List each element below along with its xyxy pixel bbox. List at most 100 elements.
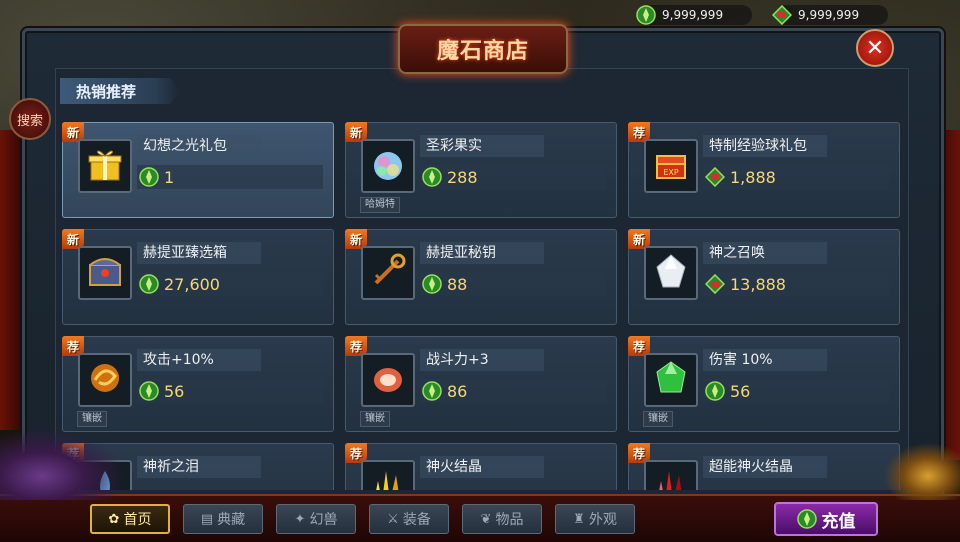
item-price-value: 1,888	[730, 167, 776, 187]
item-price: 1,888	[703, 165, 889, 189]
gold-crystal-icon	[368, 465, 408, 490]
item-price: 88	[420, 272, 606, 296]
left-banner-decoration	[0, 130, 20, 430]
shop-item-card[interactable]: 荐超能神火结晶	[628, 443, 900, 490]
green-gem-icon	[422, 381, 442, 401]
currency-display-bound-gem: 9,999,999	[772, 5, 888, 25]
green-gem-icon	[705, 381, 725, 401]
search-label: 搜索	[16, 113, 43, 129]
item-grid: 新幻想之光礼包 1 新圣彩果实 288 哈姆特荐 EXP 特制经验球礼包 1,888…	[62, 122, 906, 490]
item-icon-slot: EXP	[644, 139, 698, 193]
item-icon-slot	[644, 353, 698, 407]
item-name: 特制经验球礼包	[703, 135, 827, 157]
shop-item-card[interactable]: 荐神火结晶	[345, 443, 617, 490]
item-icon-slot	[361, 353, 415, 407]
green-gem-icon	[796, 509, 817, 529]
item-name: 幻想之光礼包	[137, 135, 261, 157]
item-icon-slot	[78, 246, 132, 300]
item-icon-slot	[361, 460, 415, 490]
shop-item-card[interactable]: 新神之召唤 13,888	[628, 229, 900, 325]
item-name: 战斗力+3	[420, 349, 544, 371]
nav-tab-3[interactable]: ⚔ 装备	[369, 504, 449, 534]
close-icon: ✕	[865, 35, 885, 61]
item-price: 288	[420, 165, 606, 189]
shop-item-card[interactable]: 荐 EXP 特制经验球礼包 1,888	[628, 122, 900, 218]
svg-text:EXP: EXP	[663, 168, 679, 177]
rainbow-fruit-icon	[368, 144, 408, 188]
nav-tab-label: 物品	[495, 512, 524, 528]
beast-icon: ✦	[294, 511, 306, 527]
gift-box-icon	[85, 144, 125, 188]
nav-tab-5[interactable]: ♜ 外观	[555, 504, 635, 534]
recharge-button[interactable]: 充值	[774, 502, 878, 536]
treasure-decoration-left	[0, 420, 140, 500]
nav-tab-label: 幻兽	[309, 512, 338, 528]
shop-item-card[interactable]: 荐攻击+10% 56 镶嵌	[62, 336, 334, 432]
item-name: 攻击+10%	[137, 349, 261, 371]
item-icon-slot	[361, 246, 415, 300]
close-button[interactable]: ✕	[856, 29, 894, 67]
shop-item-card[interactable]: 新圣彩果实 288 哈姆特	[345, 122, 617, 218]
section-tab-label: 热销推荐	[76, 82, 137, 101]
green-gem-icon	[139, 381, 159, 401]
shop-item-card[interactable]: 荐伤害 10% 56 镶嵌	[628, 336, 900, 432]
shop-item-card[interactable]: 荐战斗力+3 86 镶嵌	[345, 336, 617, 432]
exp-chest-icon: EXP	[651, 144, 691, 188]
item-price: 27,600	[137, 272, 323, 296]
page-title: 魔石商店	[436, 39, 529, 64]
bound-gem-icon	[772, 5, 792, 25]
item-price-value: 27,600	[164, 274, 220, 294]
treasure-chest-icon	[85, 251, 125, 295]
item-price: 1	[137, 165, 323, 189]
item-icon-slot	[78, 353, 132, 407]
item-price-value: 56	[164, 381, 185, 401]
shop-title-plate: 魔石商店	[398, 24, 568, 74]
item-price: 86	[420, 379, 606, 403]
nav-tab-4[interactable]: ❦ 物品	[462, 504, 542, 534]
currency-amount: 9,999,999	[662, 8, 724, 22]
green-gem-icon	[139, 274, 159, 294]
sword-icon: ⚔	[387, 511, 399, 527]
item-tag: 镶嵌	[643, 411, 673, 427]
treasure-decoration-right	[880, 440, 960, 500]
shop-item-card[interactable]: 新幻想之光礼包 1	[62, 122, 334, 218]
leaf-icon: ❦	[480, 511, 492, 527]
item-price-value: 288	[447, 167, 478, 187]
bound-gem-icon	[705, 167, 725, 187]
home-icon: ✿	[108, 511, 120, 527]
nav-tab-label: 外观	[588, 512, 617, 528]
green-gem-icon	[139, 167, 159, 187]
section-tab-hot[interactable]: 热销推荐	[60, 78, 180, 104]
shop-item-card[interactable]: 新赫提亚臻选箱 27,600	[62, 229, 334, 325]
green-gem-icon	[422, 167, 442, 187]
nav-tab-1[interactable]: ▤ 典藏	[183, 504, 263, 534]
outfit-icon: ♜	[573, 511, 585, 527]
nav-tab-label: 典藏	[217, 512, 246, 528]
recharge-label: 充值	[821, 511, 856, 532]
shop-item-card[interactable]: 新赫提亚秘钥 88	[345, 229, 617, 325]
item-price: 56	[137, 379, 323, 403]
currency-amount: 9,999,999	[798, 8, 860, 22]
nav-tab-0[interactable]: ✿ 首页	[90, 504, 170, 534]
item-tag: 镶嵌	[360, 411, 390, 427]
item-name: 神祈之泪	[137, 456, 261, 478]
key-icon	[368, 251, 408, 295]
green-gem-stone-icon	[651, 358, 691, 402]
red-crystal-icon	[651, 465, 691, 490]
item-name: 伤害 10%	[703, 349, 827, 371]
item-price-value: 13,888	[730, 274, 786, 294]
book-icon: ▤	[200, 511, 214, 527]
item-price-value: 86	[447, 381, 468, 401]
item-name: 神之召唤	[703, 242, 827, 264]
item-price: 13,888	[703, 272, 889, 296]
item-tag: 哈姆特	[360, 197, 400, 213]
item-name: 神火结晶	[420, 456, 544, 478]
item-icon-slot	[78, 139, 132, 193]
nav-tab-2[interactable]: ✦ 幻兽	[276, 504, 356, 534]
nav-tab-label: 装备	[402, 512, 431, 528]
green-gem-icon	[422, 274, 442, 294]
item-price-value: 88	[447, 274, 468, 294]
item-icon-slot	[361, 139, 415, 193]
search-button[interactable]: 搜索	[9, 98, 51, 140]
crystal-icon	[651, 251, 691, 295]
